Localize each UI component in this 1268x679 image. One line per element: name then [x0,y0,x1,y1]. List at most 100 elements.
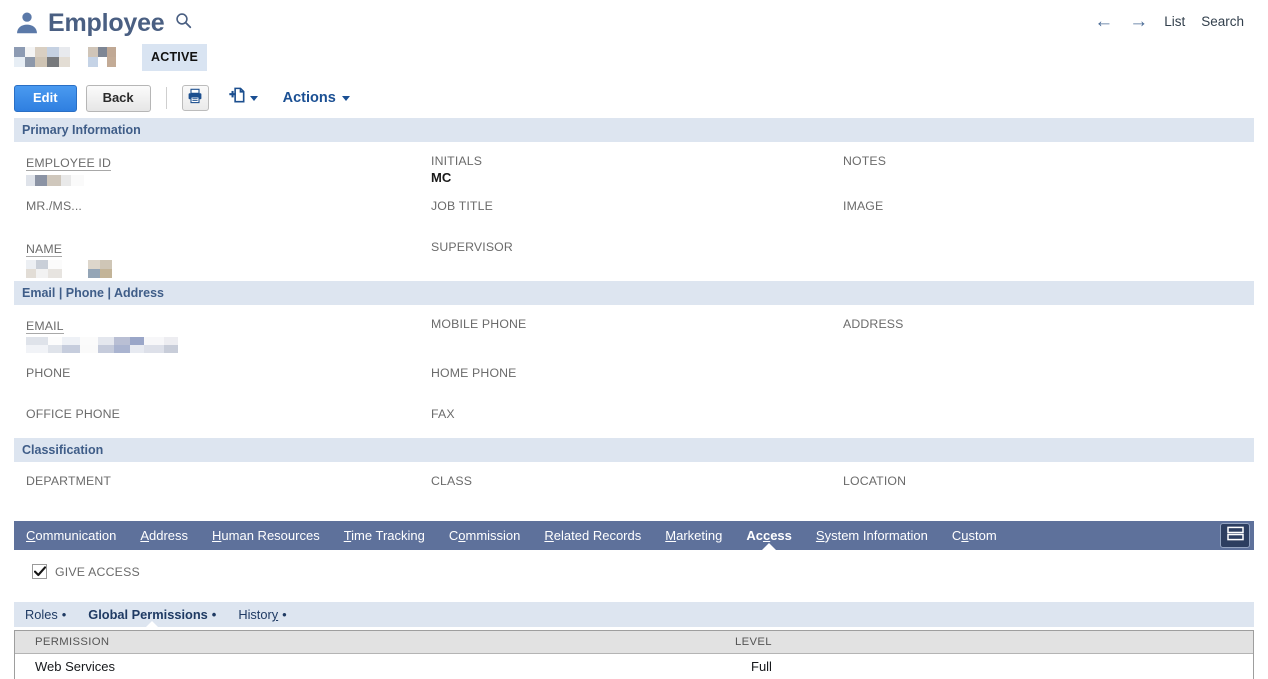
forward-arrow-icon[interactable]: → [1129,12,1148,31]
checkmark-icon [33,566,46,577]
tab-label: Access [746,528,792,543]
field-employee-id: EMPLOYEE ID [14,144,419,189]
record-subtitle-row: ACTIVE [14,43,1268,71]
field-location: LOCATION [831,464,1254,505]
field-label: CLASS [431,474,473,488]
field-empty [831,230,1254,281]
tab-system-information[interactable]: System Information [804,521,940,550]
tab-communication[interactable]: Communication [14,521,128,550]
access-subtab-bar: Roles • Global Permissions • History • [14,602,1254,628]
print-button[interactable] [181,85,209,111]
layout-toggle-button[interactable] [1220,523,1250,548]
section-field-grid: EMAIL MOBILE PHONE ADDRESS PHONE HOME PHONE O… [0,307,1268,438]
field-value [843,215,1254,230]
tab-label: Marketing [665,528,723,543]
new-record-button[interactable] [224,86,262,110]
active-subtab-pointer-icon [145,621,160,628]
field-department: DEPARTMENT [14,464,419,505]
actions-menu-button[interactable]: Actions [283,90,350,106]
search-link[interactable]: Search [1201,14,1244,29]
field-supervisor: SUPERVISOR [419,230,831,281]
printer-icon [187,88,203,109]
tab-custom[interactable]: Custom [940,521,1009,550]
subtab-roles[interactable]: Roles • [14,602,77,627]
field-label: OFFICE PHONE [26,407,121,421]
field-value [26,490,419,505]
tab-label: Communication [26,528,117,543]
table-header-row: PERMISSION LEVEL [15,631,1253,654]
field-value [843,368,1254,383]
tab-label: Related Records [544,528,642,543]
field-label: LOCATION [843,474,907,488]
redacted-value-block [26,175,84,186]
table-row[interactable]: Web Services Full [15,653,1253,679]
tabbar-spacer [1009,521,1220,550]
tab-human-resources[interactable]: Human Resources [200,521,332,550]
redacted-name-block-2 [88,47,116,67]
give-access-label: GIVE ACCESS [55,564,140,579]
tab-access[interactable]: Access [734,521,804,551]
tab-label: Human Resources [212,528,320,543]
field-email: EMAIL [14,307,419,356]
cell-permission: Web Services [15,653,715,679]
tab-related-records[interactable]: Related Records [532,521,653,550]
field-name: NAME [14,230,419,281]
field-value [431,215,831,230]
field-phone: PHONE [14,356,419,397]
subtab-bullet-icon: • [211,607,217,622]
field-notes: NOTES [831,144,1254,189]
tab-label: Custom [951,528,997,543]
record-toolbar: Edit Back Actions [0,78,1268,118]
list-link[interactable]: List [1164,14,1185,29]
field-label[interactable]: EMAIL [26,319,64,334]
field-address: ADDRESS [831,307,1254,356]
field-value [431,490,831,505]
edit-button[interactable]: Edit [14,84,77,112]
permissions-table: PERMISSION LEVEL Web Services Full [15,631,1253,679]
field-label: MR./MS... [26,199,83,213]
page-header: ← → List Search Employee ACTIVE [0,0,1268,78]
field-value [431,333,831,348]
field-value: MC [431,170,452,185]
field-mr-ms: MR./MS... [14,189,419,230]
field-value [431,256,831,271]
field-value [26,215,419,230]
section-header: Email | Phone | Address [14,281,1254,305]
field-empty [831,356,1254,397]
subtab-label: History [238,607,279,622]
field-value [843,409,1254,424]
new-document-icon [228,86,247,110]
tab-commission[interactable]: Commission [437,521,533,550]
field-job-title: JOB TITLE [419,189,831,230]
field-label: PHONE [26,366,71,380]
field-value [843,242,1254,257]
subtab-global-permissions[interactable]: Global Permissions • [77,602,227,628]
layout-toggle-icon [1226,526,1244,546]
field-label[interactable]: NAME [26,242,63,257]
field-label: JOB TITLE [431,199,493,213]
field-value [26,423,419,438]
field-mobile-phone: MOBILE PHONE [419,307,831,356]
subtab-history[interactable]: History • [227,602,297,627]
column-header-level[interactable]: LEVEL [715,631,1253,654]
field-label: IMAGE [843,199,884,213]
tab-address[interactable]: Address [128,521,200,550]
new-record-chevron-down-icon [249,95,258,101]
field-value [843,490,1254,505]
field-office-phone: OFFICE PHONE [14,397,419,438]
title-row: Employee [14,6,1268,40]
tab-marketing[interactable]: Marketing [653,521,734,550]
tab-label: System Information [815,528,928,543]
field-value [26,174,419,189]
give-access-checkbox[interactable] [32,564,47,579]
search-icon[interactable] [175,12,192,34]
field-label[interactable]: EMPLOYEE ID [26,156,112,171]
back-arrow-icon[interactable]: ← [1094,12,1113,31]
page-title: Employee [48,9,165,37]
column-header-permission[interactable]: PERMISSION [15,631,715,654]
section-field-grid: DEPARTMENT CLASS LOCATION [0,464,1268,505]
tab-time-tracking[interactable]: Time Tracking [332,521,437,550]
field-value [26,337,419,356]
back-button[interactable]: Back [85,84,151,112]
field-label: ADDRESS [843,317,904,331]
